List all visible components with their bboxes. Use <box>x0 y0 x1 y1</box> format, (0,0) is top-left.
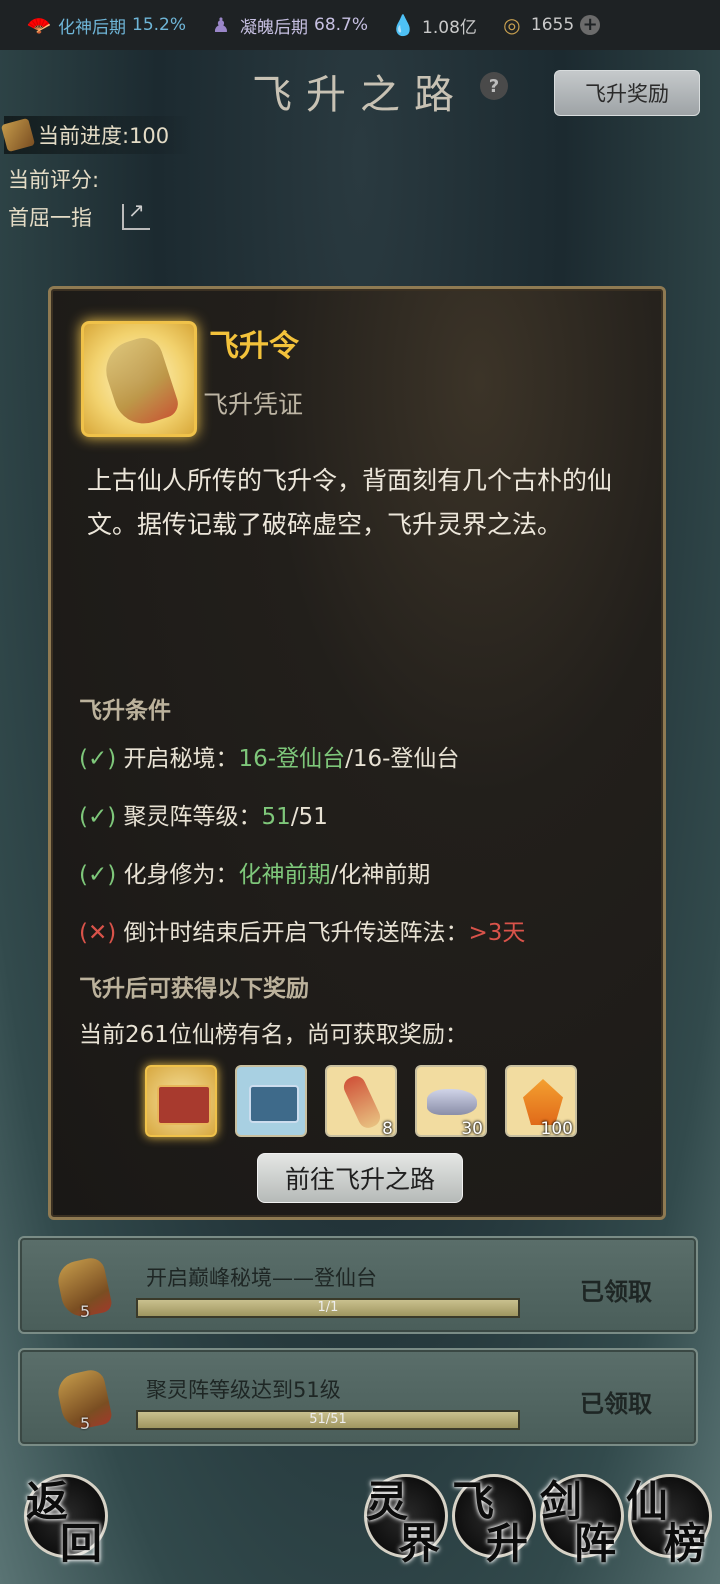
coin-icon: ◎ <box>503 13 521 37</box>
cross-mark: (✕) <box>79 920 117 946</box>
claimed-status[interactable]: 已领取 <box>580 1272 652 1307</box>
task-label: 开启巅峰秘境——登仙台 <box>146 1266 377 1290</box>
rank-text: 首屈一指 <box>8 206 92 230</box>
reward-count: 5 <box>80 1414 91 1433</box>
check-mark: (✓) <box>79 804 117 830</box>
task-label: 聚灵阵等级达到51级 <box>146 1378 341 1402</box>
go-to-ascension-button[interactable]: 前往飞升之路 <box>257 1153 463 1203</box>
ascension-token-icon <box>81 321 197 437</box>
score-label: 当前评分: <box>8 168 100 192</box>
item-name: 飞升令 <box>209 329 299 364</box>
back-char-2: 回 <box>60 1519 103 1568</box>
reward-list: 8 30 100 <box>145 1065 577 1139</box>
coin-value: 1655 <box>530 15 575 35</box>
treasure-chest-icon[interactable] <box>145 1065 217 1137</box>
conditions-title: 飞升条件 <box>79 698 171 724</box>
reward-count: 100 <box>540 1119 573 1139</box>
nav-char: 界 <box>398 1519 441 1568</box>
item-description: 上古仙人所传的飞升令，背面刻有几个古朴的仙文。据传记载了破碎虚空，飞升灵界之法。 <box>87 466 613 539</box>
progress-text: 51/51 <box>309 1412 347 1427</box>
nav-char: 榜 <box>664 1519 707 1568</box>
task-progress-bar: 51/51 <box>136 1410 520 1430</box>
condition-current: 16-登仙台 <box>238 746 346 772</box>
task-row: 5 聚灵阵等级达到51级 51/51 已领取 <box>18 1348 698 1446</box>
reward-count: 8 <box>382 1119 393 1139</box>
progress-text: 当前进度:100 <box>38 124 170 148</box>
spirit-value: 1.08亿 <box>422 17 477 38</box>
scroll-icon <box>0 117 36 153</box>
condition-label: 倒计时结束后开启飞升传送阵法： <box>123 920 469 946</box>
scroll-token-icon[interactable]: 8 <box>325 1065 397 1139</box>
task-progress-bar: 1/1 <box>136 1298 520 1318</box>
ascension-rewards-button[interactable]: 飞升奖励 <box>554 70 700 116</box>
realm-percent: 15.2% <box>132 15 187 35</box>
spirit-figure-icon: ♟ <box>212 13 230 37</box>
condition-current: 51 <box>261 804 291 830</box>
rank-row: 首屈一指 <box>8 198 150 232</box>
fire-crystal-icon[interactable]: 100 <box>505 1065 577 1139</box>
rewards-subtitle: 当前261位仙榜有名，尚可获取奖励： <box>79 1022 468 1048</box>
item-type: 飞升凭证 <box>203 390 304 419</box>
ascension-token-card: 飞升令 飞升凭证 上古仙人所传的飞升令，背面刻有几个古朴的仙文。据传记载了破碎虚… <box>48 286 666 1220</box>
realm-progress-2: ♟ 凝魄后期 68.7% <box>208 12 368 38</box>
share-icon[interactable] <box>122 198 150 230</box>
spirit-stone-icon[interactable]: 30 <box>415 1065 487 1139</box>
claimed-status[interactable]: 已领取 <box>580 1384 652 1419</box>
condition-target: /化神前期 <box>330 862 431 888</box>
task-row: 5 开启巅峰秘境——登仙台 1/1 已领取 <box>18 1236 698 1334</box>
condition-row: (✓) 开启秘境：16-登仙台/16-登仙台 <box>79 739 459 773</box>
fan-icon: 🪭 <box>26 13 52 37</box>
condition-label: 开启秘境： <box>123 746 239 772</box>
condition-label: 化身修为： <box>123 862 239 888</box>
check-mark: (✓) <box>79 862 117 888</box>
nav-char: 阵 <box>574 1519 617 1568</box>
condition-row: (✕) 倒计时结束后开启飞升传送阵法：>3天 <box>79 913 525 947</box>
droplet-icon: 💧 <box>390 13 416 37</box>
add-coins-button[interactable]: + <box>580 15 601 35</box>
condition-current: >3天 <box>468 920 526 946</box>
help-button[interactable]: ? <box>480 72 508 100</box>
condition-target: /16-登仙台 <box>345 746 460 772</box>
realm-name: 凝魄后期 <box>240 17 309 38</box>
check-mark: (✓) <box>79 746 117 772</box>
nav-char: 升 <box>486 1519 529 1568</box>
realm-progress-1: 🪭 化神后期 15.2% <box>26 12 186 38</box>
condition-row: (✓) 聚灵阵等级：51/51 <box>79 797 328 831</box>
realm-percent: 68.7% <box>314 15 369 35</box>
reward-count: 5 <box>80 1302 91 1321</box>
condition-label: 聚灵阵等级： <box>123 804 262 830</box>
condition-target: /51 <box>290 804 328 830</box>
resource-bar: 🪭 化神后期 15.2% ♟ 凝魄后期 68.7% 💧 1.08亿 ◎ 1655… <box>0 0 720 50</box>
reward-count: 30 <box>461 1119 483 1139</box>
condition-current: 化神前期 <box>238 862 331 888</box>
nav-char: 仙 <box>626 1477 669 1526</box>
blue-chest-icon[interactable] <box>235 1065 307 1137</box>
realm-name: 化神后期 <box>58 17 126 38</box>
spirit-essence: 💧 1.08亿 <box>390 12 477 38</box>
current-progress: 当前进度:100 <box>0 116 194 154</box>
rewards-title: 飞升后可获得以下奖励 <box>79 976 309 1002</box>
coin-counter: ◎ 1655 + <box>499 12 601 38</box>
progress-text: 1/1 <box>317 1300 339 1315</box>
condition-row: (✓) 化身修为：化神前期/化神前期 <box>79 855 430 889</box>
